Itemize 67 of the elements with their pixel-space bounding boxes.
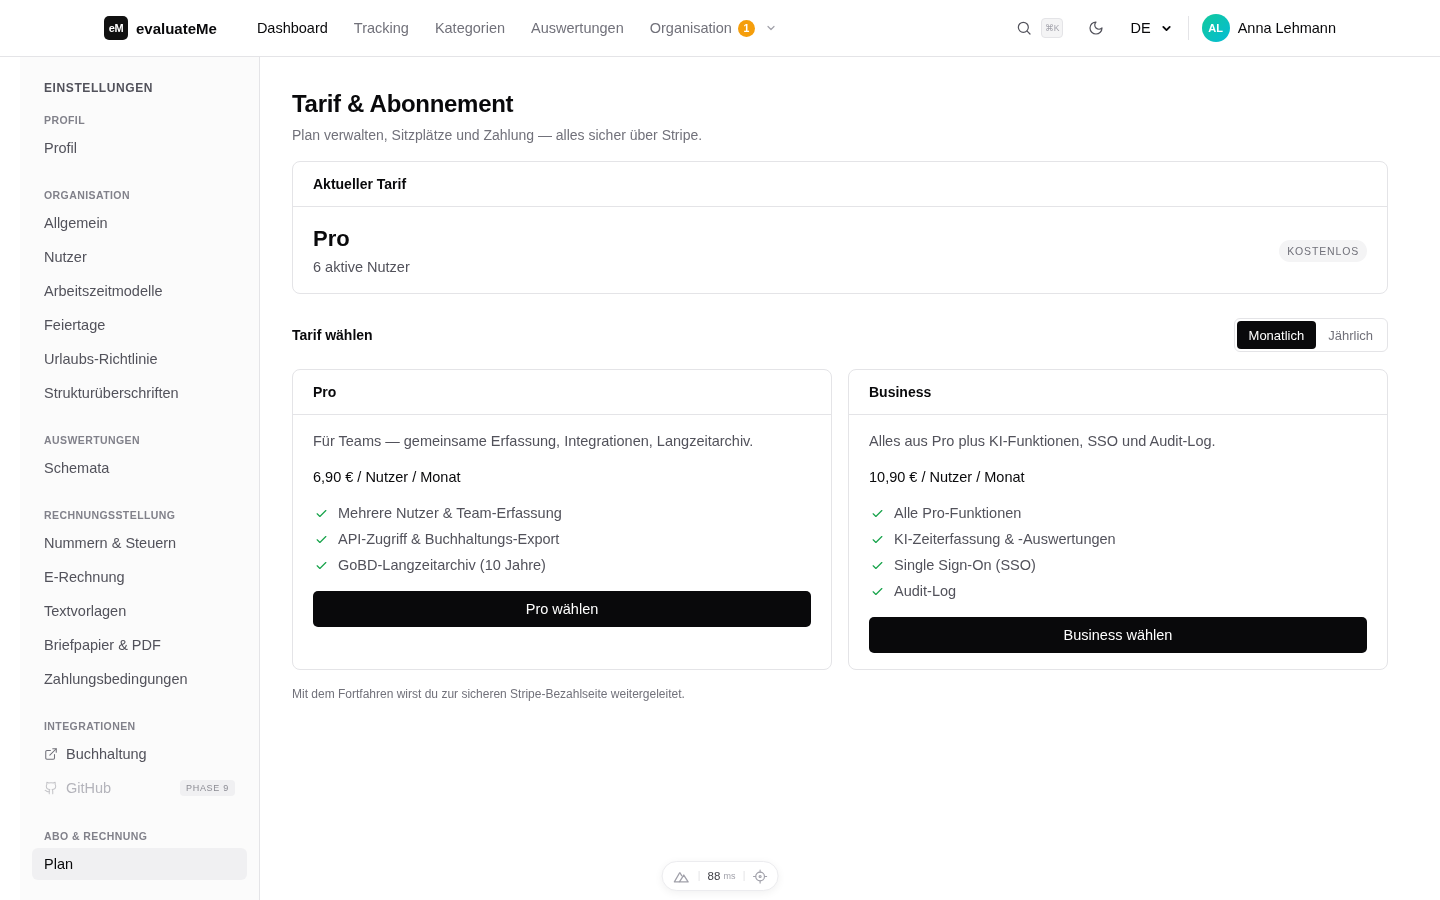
sidebar-item[interactable]: Profil [32,132,247,164]
shortcut-key: ⌘K [1040,18,1064,38]
group-heading: PROFIL [43,113,87,128]
billing-option[interactable]: Monatlich [1236,321,1317,349]
count-badge: 1 [737,19,755,37]
plan-description: Alles aus Pro plus KI-Funktionen, SSO und Audit-Log. [869,432,1217,451]
sidebar-item[interactable]: Textvorlagen [32,595,247,627]
feature-text: Alle Pro-Funktionen [894,504,1022,523]
sidebar-title: EINSTELLUNGEN [43,81,155,95]
card-heading: Business [849,370,1387,415]
nav-tab[interactable]: Organisation 1 [649,19,777,37]
sidebar-item[interactable]: Zahlungsbedingungen [32,663,247,695]
mountain-icon[interactable] [672,869,691,883]
phase-badge: PHASE 9 [179,780,235,796]
plan-price: 6,90 € / Nutzer / Monat [313,468,462,487]
sidebar-item[interactable]: Nutzer [32,241,247,273]
sidebar-item[interactable]: Feiertage [32,309,247,341]
external-link-icon [44,747,58,761]
plan-price: 10,90 € / Nutzer / Monat [869,468,1026,487]
choose-plan-button[interactable]: Business wählen [869,617,1367,653]
sidebar-item[interactable]: Schemata [32,452,247,484]
choose-plan-button[interactable]: Pro wählen [313,591,811,627]
search-icon[interactable] [1015,20,1032,36]
page-subtitle: Plan verwalten, Sitzplätze und Zahlung — alles sicher über Stripe. [292,126,704,145]
billing-option[interactable]: Jährlich [1316,321,1385,349]
group-heading: RECHNUNGSSTELLUNG [43,508,177,523]
plan-description: Für Teams — gemeinsame Erfassung, Integrationen, Langzeitarchiv. [313,432,755,451]
status-badge: KOSTENLOS [1279,240,1367,262]
feature-text: KI-Zeiterfassung & -Auswertungen [894,530,1116,549]
group-heading: ABO & RECHNUNG [43,829,149,844]
user-name[interactable]: Anna Lehmann [1237,20,1336,36]
sidebar-item[interactable]: Strukturüberschriften [32,377,247,409]
logo-mark: eM [104,16,128,40]
language-select[interactable]: DE [1122,16,1180,40]
group-heading: INTEGRATIONEN [43,719,137,734]
nav-tab[interactable]: Kategorien [434,20,505,36]
nav-tab[interactable]: Auswertungen [531,20,624,36]
feature-text: Mehrere Nutzer & Team-Erfassung [338,504,562,523]
footnote-text: Mit dem Fortfahren wirst du zur sicheren Stripe-Bezahlseite weitergeleitet. [292,686,686,702]
feature-text: Audit-Log [894,582,957,601]
section-heading: Tarif wählen [292,327,373,343]
moon-icon[interactable] [1088,20,1105,36]
sidebar-item[interactable]: Nummern & Steuern [32,527,247,559]
card-heading: Aktueller Tarif [293,162,1387,207]
crosshair-icon[interactable] [752,868,768,884]
nav-tab[interactable]: Tracking [353,20,409,36]
sidebar-item[interactable]: Urlaubs-Richtlinie [32,343,247,375]
sidebar-item[interactable]: Arbeitszeitmodelle [32,275,247,307]
sidebar-item[interactable]: Buchhaltung [32,738,247,770]
app-name: evaluateMe [136,19,217,37]
sidebar-item[interactable]: Briefpapier & PDF [32,629,247,661]
github-icon [44,781,58,795]
page-title: Tarif & Abonnement [292,89,515,119]
card-heading: Pro [293,370,831,415]
active-users-text: 6 aktive Nutzer [313,258,410,277]
time-unit: ms [723,871,736,881]
feature-text: GoBD-Langzeitarchiv (10 Jahre) [338,556,546,575]
sidebar-item[interactable]: Allgemein [32,207,247,239]
nav-tab[interactable]: Dashboard [256,20,328,36]
feature-text: API-Zugriff & Buchhaltungs-Export [338,530,560,549]
sidebar-item[interactable]: Plan [32,848,247,880]
group-heading: ORGANISATION [43,188,131,203]
plan-name: Pro [313,225,351,253]
sidebar-item[interactable]: E-Rechnung [32,561,247,593]
feature-text: Single Sign-On (SSO) [894,556,1036,575]
render-time: 88 [707,870,721,882]
group-heading: AUSWERTUNGEN [43,433,142,448]
